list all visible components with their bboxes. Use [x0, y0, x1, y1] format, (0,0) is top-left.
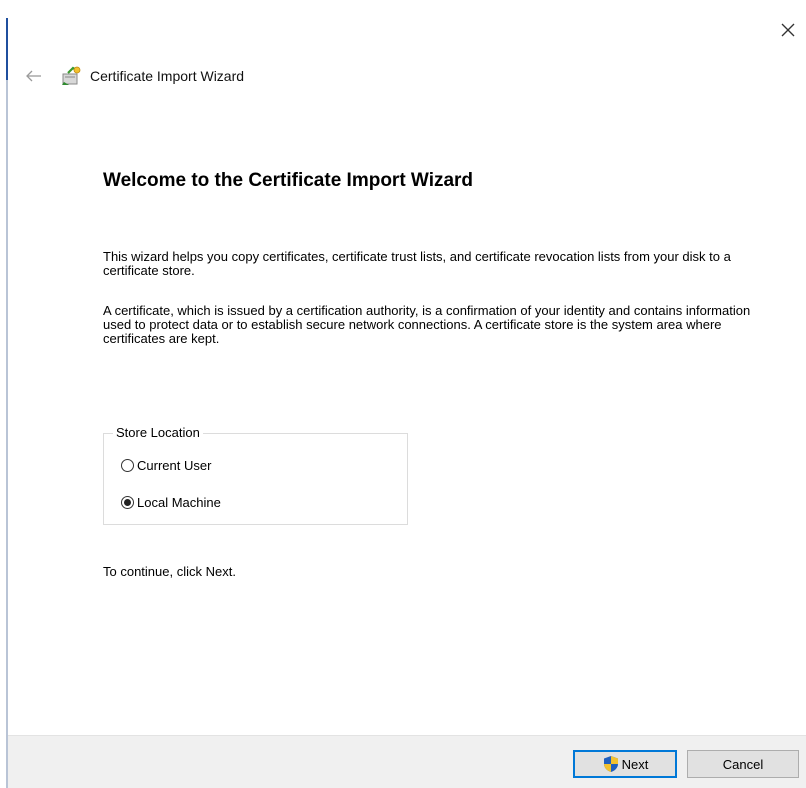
intro-paragraph: This wizard helps you copy certificates,…	[103, 249, 731, 278]
store-location-group: Store Location Current User Local Machin…	[103, 425, 408, 525]
radio-label-current-user: Current User	[137, 458, 212, 473]
certificate-import-wizard-window: Certificate Import Wizard Welcome to the…	[0, 0, 806, 788]
uac-shield-icon	[603, 756, 618, 772]
back-button[interactable]	[22, 64, 46, 88]
radio-button-local-machine[interactable]	[121, 496, 134, 509]
certificate-description-paragraph: A certificate, which is issued by a cert…	[103, 303, 751, 346]
close-button[interactable]	[774, 16, 802, 44]
cancel-button-label: Cancel	[722, 756, 764, 772]
radio-button-current-user[interactable]	[121, 459, 134, 472]
wizard-footer: Next Cancel	[8, 735, 806, 788]
wizard-header: Certificate Import Wizard	[22, 62, 244, 90]
page-heading: Welcome to the Certificate Import Wizard	[103, 170, 474, 191]
store-location-legend: Store Location	[113, 425, 203, 440]
next-button[interactable]: Next	[573, 750, 677, 778]
cancel-button[interactable]: Cancel	[687, 750, 799, 778]
window-left-accent	[6, 18, 8, 80]
radio-current-user[interactable]: Current User	[121, 458, 211, 473]
continue-instruction: To continue, click Next.	[103, 564, 236, 579]
radio-label-local-machine: Local Machine	[137, 495, 221, 510]
radio-local-machine[interactable]: Local Machine	[121, 495, 221, 510]
certificate-icon	[62, 66, 81, 85]
welcome-content: Welcome to the Certificate Import Wizard…	[103, 170, 763, 346]
close-icon	[781, 23, 795, 37]
back-arrow-icon	[26, 70, 41, 82]
next-button-label: Next	[621, 756, 649, 772]
wizard-title: Certificate Import Wizard	[90, 68, 245, 84]
window-left-border	[6, 18, 8, 788]
